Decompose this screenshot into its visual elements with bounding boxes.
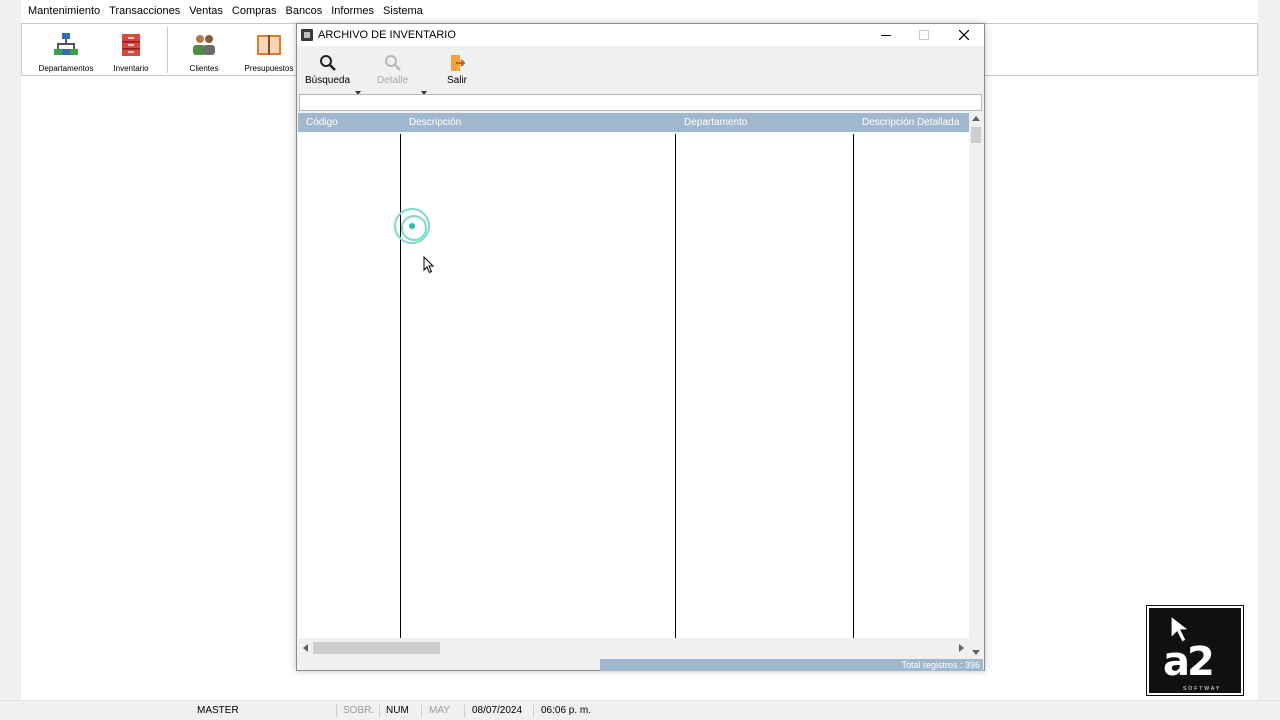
close-button[interactable] <box>945 24 983 46</box>
column-header-descripcion[interactable]: Descripción <box>409 117 461 128</box>
menu-mantenimiento[interactable]: Mantenimiento <box>28 5 100 17</box>
status-user: MASTER <box>197 705 239 716</box>
busqueda-button[interactable]: Búsqueda <box>305 54 350 86</box>
exit-door-icon <box>448 54 466 72</box>
horizontal-scrollbar[interactable] <box>298 639 969 657</box>
column-header-departamento[interactable]: Departamento <box>684 117 747 128</box>
grid-header: Código Descripción Departamento Descripc… <box>298 113 969 132</box>
menu-compras[interactable]: Compras <box>232 5 277 17</box>
presupuestos-button[interactable]: Presupuestos <box>238 30 300 74</box>
status-sobr: SOBR. <box>343 705 375 716</box>
app-icon <box>301 29 313 41</box>
scroll-up-icon[interactable] <box>972 116 980 121</box>
detalle-button: Detalle <box>377 54 408 86</box>
dialog-toolbar: Búsqueda Detalle Salir <box>297 46 984 95</box>
status-time: 06:06 p. m. <box>541 705 592 716</box>
departamentos-button[interactable]: Departamentos <box>35 30 97 74</box>
status-may: MAY <box>429 705 450 716</box>
click-indicator <box>394 208 430 244</box>
budget-book-icon <box>256 32 282 58</box>
vertical-scrollbar[interactable] <box>969 113 983 658</box>
detail-magnifier-icon <box>384 54 402 72</box>
status-divider <box>464 704 465 718</box>
maximize-icon <box>919 30 929 40</box>
total-records-status: Total registros : 396 <box>600 659 983 671</box>
column-divider <box>400 134 401 638</box>
status-num: NUM <box>386 705 409 716</box>
inventario-label: Inventario <box>113 64 149 73</box>
salir-button[interactable]: Salir <box>447 54 467 86</box>
vertical-scroll-thumb[interactable] <box>971 127 981 143</box>
search-input-container[interactable] <box>299 94 982 111</box>
statusbar: MASTER SOBR. NUM MAY 08/07/2024 06:06 p.… <box>0 700 1280 720</box>
menu-sistema[interactable]: Sistema <box>383 5 423 17</box>
search-icon <box>319 54 337 72</box>
status-date: 08/07/2024 <box>472 705 523 716</box>
clients-icon <box>191 32 217 58</box>
logo-subtitle: SOFTWAY <box>1183 686 1222 692</box>
toolbar-separator <box>167 27 168 73</box>
search-input[interactable] <box>300 95 981 110</box>
scroll-right-icon[interactable] <box>959 644 964 652</box>
window-titlebar[interactable]: ARCHIVO DE INVENTARIO <box>297 24 984 46</box>
column-header-codigo[interactable]: Código <box>306 117 338 128</box>
detalle-label: Detalle <box>377 75 409 86</box>
clientes-button[interactable]: Clientes <box>173 30 235 74</box>
status-divider <box>336 704 337 718</box>
column-divider <box>675 134 676 638</box>
salir-label: Salir <box>447 75 468 86</box>
scroll-left-icon[interactable] <box>303 644 308 652</box>
inventory-grid[interactable]: Código Descripción Departamento Descripc… <box>298 113 969 638</box>
busqueda-label: Búsqueda <box>305 75 351 86</box>
close-icon <box>959 30 969 40</box>
status-divider <box>421 704 422 718</box>
maximize-button <box>905 24 943 46</box>
menu-transacciones[interactable]: Transacciones <box>109 5 180 17</box>
column-header-descripcion-detallada[interactable]: Descripción Detallada <box>862 117 959 128</box>
left-frame-strip <box>0 0 21 720</box>
horizontal-scroll-thumb[interactable] <box>313 642 440 654</box>
mouse-pointer-icon <box>423 256 435 274</box>
menu-informes[interactable]: Informes <box>331 5 374 17</box>
inventory-box-icon <box>118 32 144 58</box>
menubar: Mantenimiento Transacciones Ventas Compr… <box>21 0 1258 22</box>
clientes-label: Clientes <box>189 64 219 73</box>
window-title: ARCHIVO DE INVENTARIO <box>318 29 456 41</box>
departamentos-label: Departamentos <box>38 64 94 73</box>
menu-bancos[interactable]: Bancos <box>286 5 323 17</box>
a2-softway-logo: a2 SOFTWAY <box>1146 605 1244 696</box>
presupuestos-label: Presupuestos <box>244 64 294 73</box>
inventory-archive-window: ARCHIVO DE INVENTARIO Búsqueda Detalle S… <box>296 23 985 671</box>
status-divider <box>379 704 380 718</box>
column-divider <box>853 134 854 638</box>
logo-mark: a2 <box>1163 639 1215 685</box>
minimize-button[interactable] <box>867 24 905 46</box>
scroll-down-icon[interactable] <box>972 650 980 655</box>
inventario-button[interactable]: Inventario <box>100 30 162 74</box>
menu-ventas[interactable]: Ventas <box>189 5 223 17</box>
minimize-icon <box>881 35 891 36</box>
right-frame-strip <box>1258 0 1280 720</box>
status-divider <box>533 704 534 718</box>
org-chart-icon <box>53 32 79 58</box>
